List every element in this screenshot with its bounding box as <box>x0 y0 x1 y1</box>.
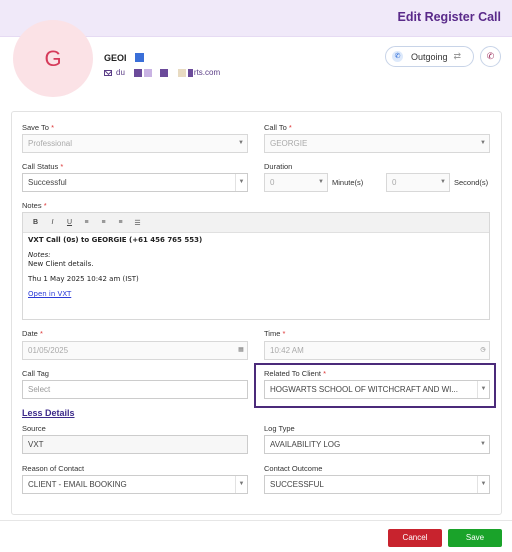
note-notes-text: New Client details. <box>28 260 94 268</box>
clock-icon: ◷ <box>480 347 486 353</box>
save-to-select[interactable]: Professional ▼ <box>22 134 248 153</box>
notes-editor[interactable]: B I U ≡ ≡ ≡ ☰ VXT Call (0s) to GEORGIE (… <box>22 212 490 320</box>
minutes-unit-label: Minute(s) <box>332 178 364 187</box>
redacted-block <box>143 68 152 77</box>
chevron-down-icon: ▼ <box>318 179 324 185</box>
call-tag-select[interactable]: Select <box>22 380 248 399</box>
call-status-select[interactable]: Successful ▼ <box>22 173 248 192</box>
duration-minutes-select[interactable]: 0 ▼ <box>264 173 328 192</box>
redacted-block <box>133 68 142 77</box>
redacted-block <box>159 68 168 77</box>
mail-icon <box>104 69 112 76</box>
duration-seconds-select[interactable]: 0 ▼ <box>386 173 450 192</box>
avatar: G <box>13 20 93 97</box>
less-details-link[interactable]: Less Details <box>22 408 75 418</box>
align-left-icon[interactable]: ≡ <box>78 219 95 226</box>
time-input[interactable]: 10:42 AM ◷ <box>264 341 490 360</box>
email-suffix: rts.com <box>193 68 221 77</box>
note-call-summary: VXT Call (0s) to GEORGIE (+61 456 765 55… <box>28 236 203 244</box>
calendar-icon: ▦ <box>238 347 244 353</box>
call-direction-button[interactable]: ✆ Outgoing ⇄ <box>385 46 474 67</box>
call-to-select[interactable]: GEORGIE ▼ <box>264 134 490 153</box>
redacted-block <box>187 68 193 77</box>
chevron-down-icon: ▼ <box>477 476 489 493</box>
chevron-down-icon: ▼ <box>480 140 486 146</box>
related-to-client-label: Related To Client * <box>264 369 326 378</box>
note-timestamp: Thu 1 May 2025 10:42 am (IST) <box>28 275 139 283</box>
log-type-label: Log Type <box>264 424 295 433</box>
avatar-letter: G <box>44 45 62 71</box>
call-direction-label: Outgoing <box>411 51 448 62</box>
reason-of-contact-select[interactable]: CLIENT - EMAIL BOOKING ▼ <box>22 475 248 494</box>
phone-list-button[interactable]: ✆ <box>480 46 501 67</box>
contact-outcome-label: Contact Outcome <box>264 464 323 473</box>
chevron-down-icon: ▼ <box>480 441 486 447</box>
reason-of-contact-label: Reason of Contact <box>22 464 85 473</box>
contact-name: GEOI <box>104 53 127 63</box>
time-label: Time * <box>264 329 286 338</box>
align-right-icon[interactable]: ≡ <box>112 219 129 226</box>
contact-email-row: du rts.com <box>104 68 220 77</box>
page-title: Edit Register Call <box>397 10 502 24</box>
chevron-down-icon: ▼ <box>477 381 489 398</box>
editor-content[interactable]: VXT Call (0s) to GEORGIE (+61 456 765 55… <box>23 233 489 302</box>
date-label: Date * <box>22 329 43 338</box>
swap-icon: ⇄ <box>453 51 462 61</box>
align-center-icon[interactable]: ≡ <box>95 219 112 226</box>
chevron-down-icon: ▼ <box>235 476 247 493</box>
source-input: VXT <box>22 435 248 454</box>
call-status-label: Call Status * <box>22 162 64 171</box>
chevron-down-icon: ▼ <box>238 140 244 146</box>
note-notes-heading: Notes: <box>28 251 51 259</box>
cancel-button[interactable]: Cancel <box>388 529 442 547</box>
chevron-down-icon: ▼ <box>235 174 247 191</box>
notes-label: Notes * <box>22 201 47 210</box>
contact-outcome-select[interactable]: SUCCESSFUL ▼ <box>264 475 490 494</box>
seconds-unit-label: Second(s) <box>454 178 489 187</box>
chevron-down-icon: ▼ <box>440 179 446 185</box>
phone-outgoing-icon: ✆ <box>392 51 403 62</box>
related-to-client-select[interactable]: HOGWARTS SCHOOL OF WITCHCRAFT AND WI... ▼ <box>264 380 490 399</box>
italic-button[interactable]: I <box>44 219 61 226</box>
open-in-vxt-link[interactable]: Open in VXT <box>28 290 71 298</box>
redacted-mark <box>135 53 144 62</box>
save-to-label: Save To * <box>22 123 54 132</box>
call-to-label: Call To * <box>264 123 292 132</box>
call-tag-label: Call Tag <box>22 369 49 378</box>
bold-button[interactable]: B <box>27 219 44 226</box>
date-input[interactable]: 01/05/2025 ▦ <box>22 341 248 360</box>
editor-toolbar: B I U ≡ ≡ ≡ ☰ <box>23 213 489 233</box>
log-type-select[interactable]: AVAILABILITY LOG ▼ <box>264 435 490 454</box>
phone-list-icon: ✆ <box>486 51 495 61</box>
source-label: Source <box>22 424 46 433</box>
duration-label: Duration <box>264 162 293 171</box>
save-button[interactable]: Save <box>448 529 502 547</box>
email-prefix: du <box>116 68 125 77</box>
bullet-list-icon[interactable]: ☰ <box>129 219 146 227</box>
underline-button[interactable]: U <box>61 219 78 226</box>
redacted-block <box>177 68 186 77</box>
